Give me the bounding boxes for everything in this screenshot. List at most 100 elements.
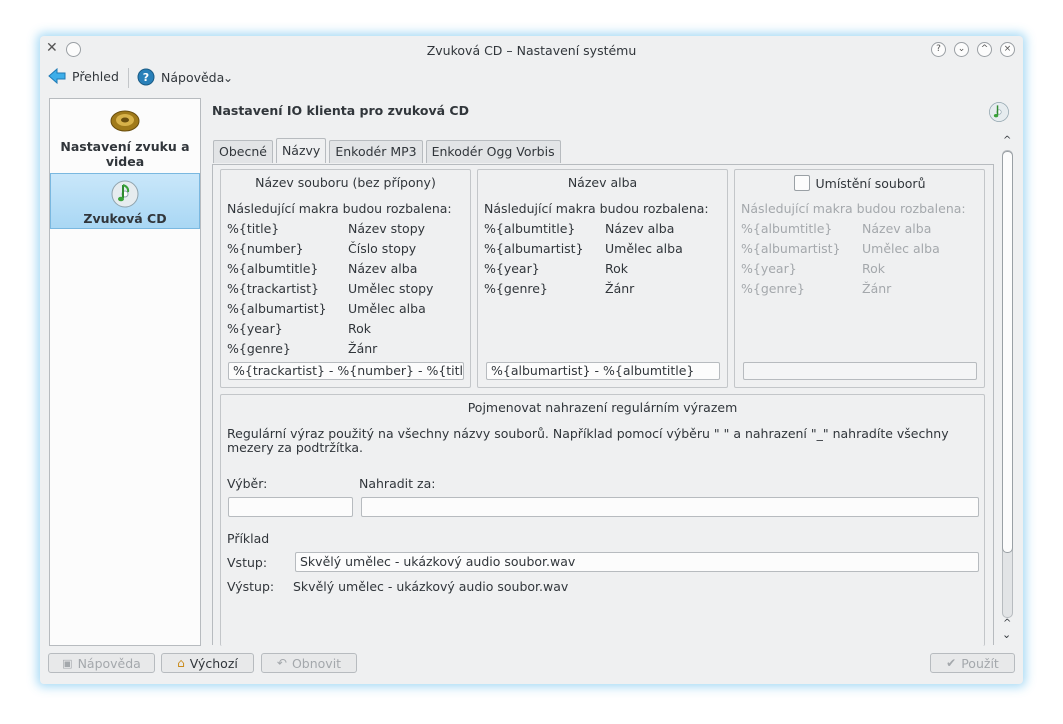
macro-desc: Číslo stopy	[348, 241, 417, 256]
audio-cd-header-icon	[989, 102, 1009, 122]
group-title: Název souboru (bez přípony)	[255, 175, 436, 190]
macro-desc: Umělec alba	[862, 241, 940, 256]
file-location-checkbox[interactable]	[793, 175, 810, 191]
settings-window: ✕ Zvuková CD – Nastavení systému ? ⌄ ^ ×…	[40, 36, 1023, 684]
sidebar-item-audio-cd[interactable]: Zvuková CD	[50, 173, 200, 229]
macro-name: %{genre}	[484, 281, 548, 296]
macro-desc: Rok	[605, 261, 629, 276]
minimize-button[interactable]: ⌄	[954, 42, 969, 57]
example-input-field[interactable]: Skvělý umělec - ukázkový audio soubor.wa…	[295, 552, 979, 572]
toolbar: Přehled ? Nápověda ⌄	[40, 64, 1023, 92]
window-title: Zvuková CD – Nastavení systému	[426, 43, 637, 58]
output-label: Výstup:	[227, 579, 275, 594]
help-button-label: Nápověda	[77, 655, 141, 671]
macro-name: %{year}	[484, 261, 540, 276]
help-icon: ?	[137, 68, 155, 86]
macro-name: %{trackartist}	[227, 281, 319, 296]
macro-desc: Název alba	[862, 221, 932, 236]
selection-input[interactable]	[228, 497, 353, 517]
speaker-icon	[110, 110, 140, 132]
chevron-down-icon[interactable]: ⌄	[223, 71, 233, 85]
tab-ogg-encoder[interactable]: Enkodér Ogg Vorbis	[425, 140, 561, 163]
tab-names[interactable]: Názvy	[275, 138, 327, 163]
input-label: Vstup:	[227, 555, 268, 570]
sidebar-item-label: Zvuková CD	[83, 211, 167, 226]
file-name-pattern-input[interactable]: %{trackartist} - %{number} - %{title}	[228, 362, 464, 380]
help-label: Nápověda	[161, 69, 225, 85]
macro-name: %{albumartist}	[227, 301, 327, 316]
audio-cd-icon	[111, 180, 139, 208]
defaults-icon: ⌂	[177, 656, 185, 670]
sidebar-item-audio-video[interactable]: Nastavení zvuku a videa	[50, 107, 200, 169]
reset-button-label: Obnovit	[291, 655, 342, 671]
macro-desc: Žánr	[348, 341, 378, 356]
page-title: Nastavení IO klienta pro zvuková CD	[212, 103, 469, 118]
vertical-scrollbar[interactable]: ^ ^ ⌄	[1000, 135, 1014, 644]
macro-desc: Název alba	[605, 221, 675, 236]
macro-name: %{year}	[227, 321, 283, 336]
tab-general[interactable]: Obecné	[213, 140, 273, 163]
macro-name: %{number}	[227, 241, 304, 256]
scrollbar-thumb[interactable]	[1002, 151, 1013, 553]
selection-label: Výběr:	[227, 476, 268, 491]
macro-name: %{title}	[227, 221, 280, 236]
svg-text:?: ?	[143, 71, 149, 84]
category-sidebar: Nastavení zvuku a videa Zvuková CD	[49, 98, 201, 646]
macro-desc: Rok	[862, 261, 886, 276]
help-button[interactable]: ▣ Nápověda	[48, 653, 155, 673]
macro-desc: Název stopy	[348, 221, 426, 236]
scroll-up-icon[interactable]: ^	[1003, 135, 1011, 146]
tab-pane-names: Název souboru (bez přípony) Následující …	[212, 164, 994, 646]
macro-name: %{albumtitle}	[227, 261, 319, 276]
macro-name: %{year}	[741, 261, 797, 276]
macro-desc: Umělec alba	[605, 241, 683, 256]
macros-intro: Následující makra budou rozbalena:	[741, 201, 966, 216]
regex-description: Regulární výraz použitý na všechny názvy…	[227, 426, 949, 455]
macro-desc: Název alba	[348, 261, 418, 276]
help-menu-button[interactable]: ? Nápověda	[137, 68, 224, 86]
defaults-button-label: Výchozí	[189, 655, 238, 671]
macro-name: %{albumtitle}	[741, 221, 833, 236]
macro-name: %{albumartist}	[484, 241, 584, 256]
title-bar: ✕ Zvuková CD – Nastavení systému ? ⌄ ^ ×	[40, 36, 1023, 64]
group-title: Pojmenovat nahrazení regulárním výrazem	[467, 400, 738, 415]
scrollbar-track[interactable]	[1002, 150, 1013, 618]
group-title: Název alba	[567, 175, 638, 190]
help-title-button[interactable]: ?	[931, 42, 946, 57]
macros-intro: Následující makra budou rozbalena:	[484, 201, 709, 216]
close-button[interactable]: ×	[1000, 42, 1015, 57]
back-arrow-icon	[48, 68, 66, 84]
regex-group: Pojmenovat nahrazení regulárním výrazem …	[220, 394, 985, 646]
macro-desc: Rok	[348, 321, 372, 336]
reset-button[interactable]: ↶ Obnovit	[261, 653, 357, 673]
undo-icon: ↶	[276, 656, 287, 670]
replace-input[interactable]	[361, 497, 979, 517]
checkmark-icon: ✔	[946, 656, 957, 670]
replace-label: Nahradit za:	[359, 476, 436, 491]
macro-name: %{genre}	[741, 281, 805, 296]
tab-bar: Obecné Názvy Enkodér MP3 Enkodér Ogg Vor…	[213, 138, 561, 163]
tab-mp3-encoder[interactable]: Enkodér MP3	[329, 140, 423, 163]
file-name-group: Název souboru (bez přípony) Následující …	[220, 169, 471, 388]
example-label: Příklad	[227, 531, 270, 546]
overview-button[interactable]: Přehled	[48, 68, 119, 84]
macro-desc: Umělec alba	[348, 301, 426, 316]
album-name-pattern-input[interactable]: %{albumartist} - %{albumtitle}	[486, 362, 720, 380]
macro-desc: Žánr	[862, 281, 892, 296]
group-title: Umístění souborů	[815, 175, 926, 191]
sidebar-item-label: Nastavení zvuku a videa	[60, 139, 190, 169]
file-location-pattern-input[interactable]	[743, 362, 977, 380]
album-name-group: Název alba Následující makra budou rozba…	[477, 169, 728, 388]
scroll-down-icon[interactable]: ⌄	[1002, 628, 1011, 641]
macro-name: %{albumartist}	[741, 241, 841, 256]
macro-name: %{albumtitle}	[484, 221, 576, 236]
file-location-group: Umístění souborů Následující makra budou…	[734, 169, 985, 388]
macro-name: %{genre}	[227, 341, 291, 356]
toolbar-separator	[128, 68, 129, 88]
maximize-button[interactable]: ^	[977, 42, 992, 57]
apply-button[interactable]: ✔ Použít	[930, 653, 1015, 673]
defaults-button[interactable]: ⌂ Výchozí	[161, 653, 254, 673]
main-panel: Nastavení IO klienta pro zvuková CD Obec…	[212, 98, 1014, 646]
file-location-title-row: Umístění souborů	[735, 175, 984, 191]
example-output-value: Skvělý umělec - ukázkový audio soubor.wa…	[293, 579, 569, 594]
